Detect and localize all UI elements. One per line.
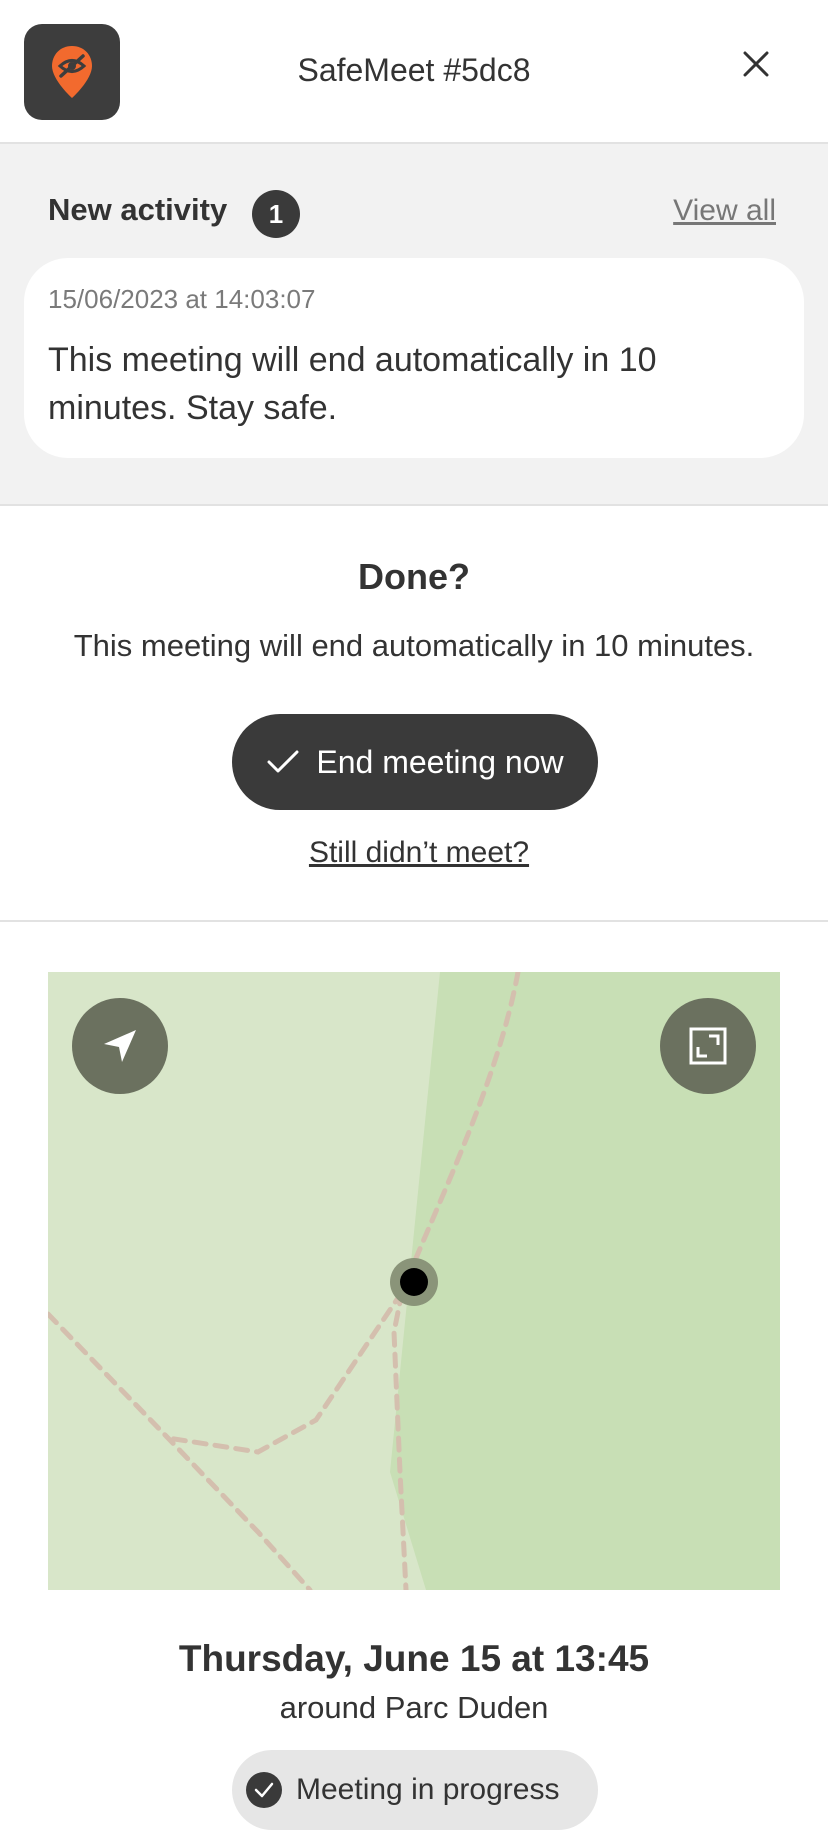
expand-map-button[interactable] <box>660 998 756 1094</box>
end-meeting-button[interactable]: End meeting now <box>232 714 598 810</box>
still-didnt-meet-link[interactable]: Still didn’t meet? <box>0 836 828 870</box>
check-circle-icon <box>246 1772 282 1808</box>
location-marker <box>400 1268 428 1296</box>
locate-me-button[interactable] <box>72 998 168 1094</box>
expand-icon <box>689 1027 727 1065</box>
close-button[interactable] <box>736 44 776 84</box>
meeting-datetime: Thursday, June 15 at 13:45 <box>178 1638 650 1679</box>
activity-card: 15/06/2023 at 14:03:07 This meeting will… <box>24 258 804 458</box>
page-title: SafeMeet #5dc8 <box>297 52 531 88</box>
done-title: Done? <box>358 556 470 597</box>
activity-section: New activity 1 View all 15/06/2023 at 14… <box>0 144 828 506</box>
view-all-link[interactable]: View all <box>673 194 776 228</box>
still-didnt-meet-label: Still didn’t meet? <box>308 836 530 869</box>
done-text: This meeting will end automatically in 1… <box>73 628 755 663</box>
check-icon <box>267 750 299 773</box>
end-meeting-label: End meeting now <box>316 743 564 780</box>
activity-timestamp: 15/06/2023 at 14:03:07 <box>48 284 316 314</box>
activity-count-badge: 1 <box>252 190 300 238</box>
activity-heading: New activity <box>48 192 228 227</box>
close-icon <box>743 51 769 77</box>
navigation-arrow-icon <box>104 1030 136 1062</box>
status-label: Meeting in progress <box>296 1773 560 1806</box>
map-view[interactable] <box>48 972 780 1590</box>
done-section: Done? This meeting will end automaticall… <box>0 506 828 922</box>
status-badge: Meeting in progress <box>232 1750 598 1830</box>
top-bar: SafeMeet #5dc8 <box>0 0 828 144</box>
activity-message: This meeting will end automatically in 1… <box>48 341 657 427</box>
meeting-location: around Parc Duden <box>279 1690 549 1725</box>
